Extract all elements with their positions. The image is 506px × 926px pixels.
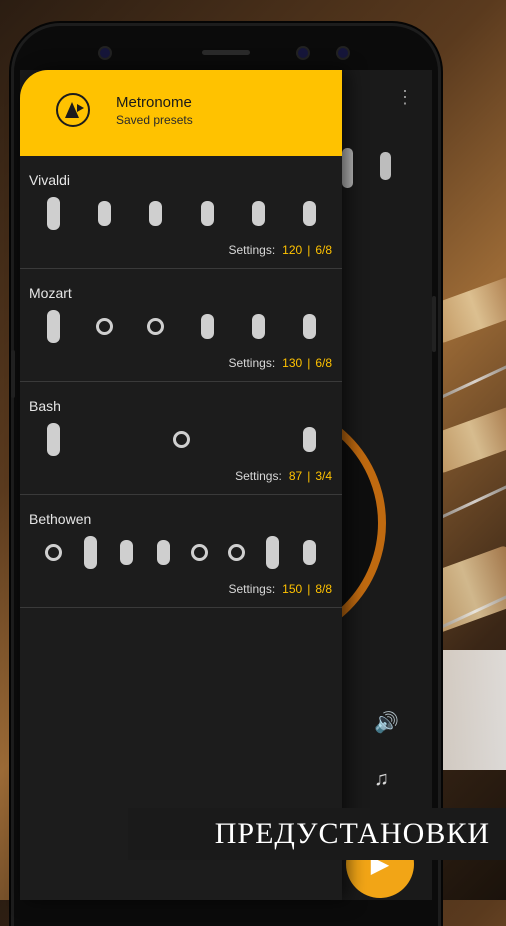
beat-muted (147, 318, 165, 335)
beat-indicator (380, 152, 391, 180)
preset-name: Mozart (29, 285, 72, 301)
volume-icon[interactable]: 🔊 (374, 710, 399, 735)
beat-muted (191, 544, 209, 561)
metronome-icon (56, 93, 90, 127)
beat-normal (149, 201, 163, 226)
settings-separator: | (307, 356, 311, 370)
preset-tempo: 87 (288, 469, 303, 483)
settings-separator: | (307, 243, 311, 257)
preset-settings: Settings: 150 | 8/8 (228, 582, 332, 596)
preset-name: Bethowen (29, 511, 92, 527)
beat-pattern (20, 196, 342, 236)
beat-normal (303, 540, 316, 565)
phone-speaker (202, 50, 250, 55)
preset-name: Vivaldi (29, 172, 70, 188)
iris-sensor (338, 48, 348, 58)
beat-muted (45, 544, 62, 561)
front-sensor (100, 48, 110, 58)
preset-settings: Settings: 130 | 6/8 (228, 356, 332, 370)
caption-text: ПРЕДУСТАНОВКИ (214, 817, 490, 850)
settings-label: Settings: (228, 582, 276, 596)
beat-normal (303, 314, 316, 339)
preset-tempo: 120 (282, 243, 303, 257)
settings-separator: | (307, 582, 311, 596)
beat-muted (173, 431, 190, 448)
preset-item[interactable]: Bethowen Settings: 150 | 8/8 (20, 495, 342, 608)
preset-item[interactable]: Bash Settings: 87 | 3/4 (20, 382, 342, 495)
beat-pattern (20, 535, 342, 575)
preset-item[interactable]: Mozart Settings: 130 | 6/8 (20, 269, 342, 382)
drawer-subtitle: Saved presets (116, 113, 193, 127)
beat-normal (251, 314, 265, 339)
preset-tempo: 150 (282, 582, 303, 596)
beat-normal (156, 540, 170, 565)
front-camera (298, 48, 308, 58)
kebab-menu-icon[interactable]: ⋮ (396, 88, 414, 106)
preset-time-signature: 6/8 (315, 243, 332, 257)
beat-normal (303, 201, 316, 226)
beat-accent (47, 197, 60, 230)
settings-label: Settings: (228, 243, 276, 257)
preset-time-signature: 3/4 (315, 469, 332, 483)
preset-settings: Settings: 87 | 3/4 (235, 469, 332, 483)
preset-item[interactable]: Vivaldi Settings: 120 | 6/8 (20, 156, 342, 269)
preset-tempo: 130 (282, 356, 303, 370)
beat-normal (200, 201, 214, 226)
beat-accent (47, 423, 60, 456)
settings-separator: | (307, 469, 311, 483)
beat-muted (227, 544, 245, 561)
preset-name: Bash (29, 398, 61, 414)
drawer-header: Metronome Saved presets (20, 70, 342, 156)
beat-pattern (20, 309, 342, 349)
beat-muted (96, 318, 114, 335)
preset-list: Vivaldi Settings: 120 | 6/8 Mozart Settings: 13… (20, 156, 342, 608)
beat-accent (47, 310, 60, 343)
settings-label: Settings: (228, 356, 276, 370)
beat-normal (251, 201, 265, 226)
phone-side-button (432, 296, 436, 352)
caption-banner: ПРЕДУСТАНОВКИ (128, 808, 506, 860)
beat-pattern (20, 422, 342, 462)
drawer-title: Metronome (116, 94, 192, 111)
beat-normal (98, 201, 112, 226)
beat-accent (83, 536, 97, 569)
beat-normal (200, 314, 214, 339)
playlist-music-icon[interactable]: ♫ (374, 768, 389, 791)
beat-normal (120, 540, 134, 565)
beat-indicator (342, 148, 353, 188)
beat-normal (303, 427, 316, 452)
phone-volume-button (11, 350, 15, 398)
preset-time-signature: 8/8 (315, 582, 332, 596)
presets-drawer: Metronome Saved presets Vivaldi Settings:… (20, 70, 342, 900)
settings-label: Settings: (235, 469, 282, 483)
preset-settings: Settings: 120 | 6/8 (228, 243, 332, 257)
preset-time-signature: 6/8 (315, 356, 332, 370)
beat-accent (266, 536, 280, 569)
